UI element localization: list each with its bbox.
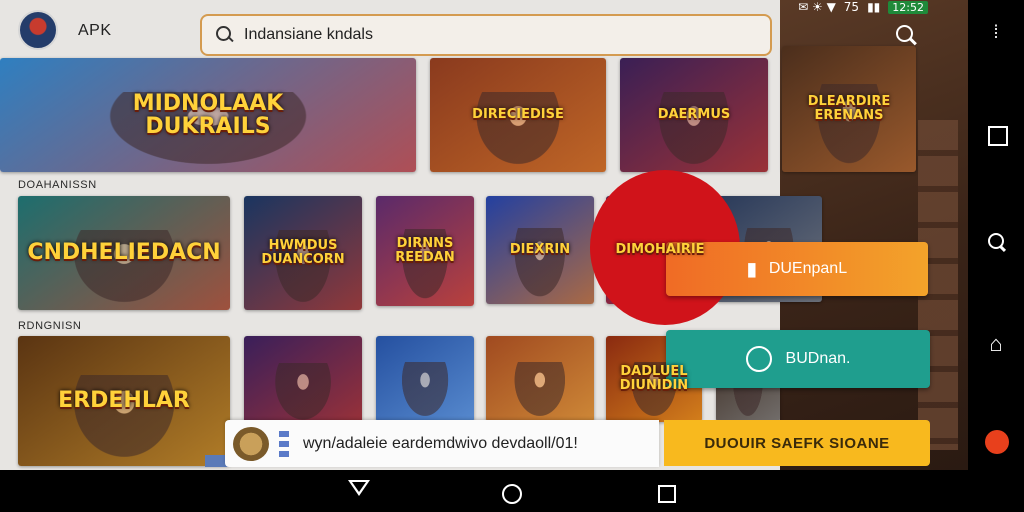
game-card[interactable]: ERDEHLAR: [18, 336, 230, 466]
game-card[interactable]: CNDHELIEDACN: [18, 196, 230, 310]
signal-bars-icon: [279, 430, 289, 457]
back-icon[interactable]: [348, 480, 370, 496]
home-icon[interactable]: [502, 484, 522, 504]
game-card-title: DIEXRIN: [509, 242, 571, 258]
game-card[interactable]: [244, 336, 362, 426]
recents-icon[interactable]: [658, 485, 676, 503]
search-input[interactable]: [244, 26, 724, 44]
status-bar: ✉ ☀ ▼ 75 ▮▮ 12:52: [798, 0, 928, 14]
game-card[interactable]: DIRNNS REEDAN: [376, 196, 474, 306]
search-icon[interactable]: [982, 228, 1010, 256]
search-bar[interactable]: [200, 14, 772, 56]
battery-indicator: 12:52: [888, 0, 928, 14]
character-art: [270, 363, 336, 426]
refresh-icon: [745, 346, 772, 372]
game-card-title: HWMDUS DUANCORN: [261, 238, 345, 267]
hero-card-title: DLEARDIRE ERENANS: [807, 94, 891, 123]
game-card-title: DIMOHAIRIE: [615, 242, 705, 258]
share-label: BUDnan.: [785, 350, 851, 367]
app-name: APK: [78, 22, 112, 39]
hero-card[interactable]: DAERMUS: [620, 58, 768, 172]
character-art: [398, 361, 452, 422]
system-nav-bar: [0, 470, 1024, 512]
hero-card[interactable]: DLEARDIRE ERENANS: [782, 46, 916, 172]
section-label-trending: RDNGNISN: [18, 320, 82, 332]
promo-banner[interactable]: wyn/adaleie eardemdwivo devdaoll/01!: [225, 420, 659, 467]
section-label-featured: DOAHANISSN: [18, 179, 97, 191]
side-nav-rail: ⁞ ⌂: [968, 0, 1024, 470]
game-card-title: DADLUEL DIUNIDIN: [619, 364, 689, 393]
game-card-title: ERDEHLAR: [58, 388, 190, 414]
hero-card[interactable]: DIRECIEDISE: [430, 58, 606, 172]
square-icon[interactable]: [982, 120, 1010, 148]
game-card[interactable]: [376, 336, 474, 422]
promo-app-icon: [233, 426, 269, 461]
game-card[interactable]: [486, 336, 594, 422]
menu-icon[interactable]: ⁞: [982, 18, 1010, 46]
promo-text: wyn/adaleie eardemdwivo devdaoll/01!: [303, 434, 578, 452]
record-icon[interactable]: [985, 430, 1009, 454]
search-icon: [214, 24, 236, 46]
hero-card[interactable]: MIDNOLAAK DUKRAILS: [0, 58, 416, 172]
lock-icon: ▮: [746, 258, 757, 279]
avatar[interactable]: [18, 10, 58, 50]
signal-icon: ▮▮: [867, 0, 881, 14]
share-button[interactable]: BUDnan.: [666, 330, 930, 388]
status-icons: ✉ ☀ ▼: [798, 0, 836, 14]
game-card-title: CNDHELIEDACN: [27, 240, 221, 266]
hero-card-title: DIRECIEDISE: [472, 107, 564, 123]
game-card-title: DIRNNS REEDAN: [395, 236, 455, 265]
game-card[interactable]: HWMDUS DUANCORN: [244, 196, 362, 310]
bookmark-icon[interactable]: ⌂: [982, 330, 1010, 358]
cta-button[interactable]: DUOUIR SAEFK SIOANE: [664, 420, 930, 466]
app-window: ✉ ☀ ▼ 75 ▮▮ 12:52 APK MIDNOLAAK DUKRAILS…: [0, 0, 968, 470]
status-time: 75: [843, 0, 860, 14]
hero-card-title: MIDNOLAAK DUKRAILS: [132, 90, 284, 139]
game-card[interactable]: DIEXRIN: [486, 196, 594, 304]
download-label: DUEnpanL: [768, 260, 848, 277]
character-art: [510, 361, 570, 422]
hero-card-title: DAERMUS: [657, 107, 731, 123]
